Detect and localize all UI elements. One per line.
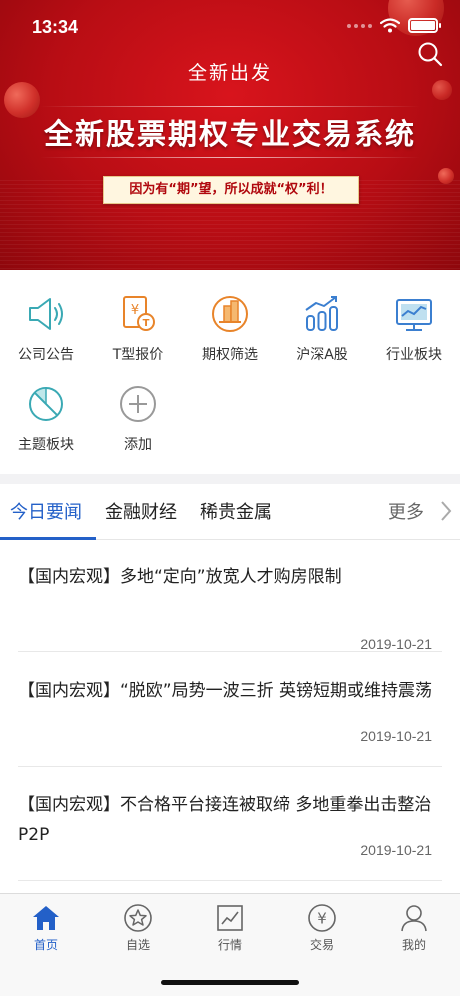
- news-separator: [18, 880, 442, 881]
- quick-item-label: 添加: [124, 437, 152, 453]
- decor-ball: [438, 168, 454, 184]
- star-circle-icon: [124, 904, 152, 932]
- pie-slash-icon: [29, 387, 63, 421]
- quick-item-label: 公司公告: [18, 347, 74, 363]
- speaker-icon: [29, 298, 63, 330]
- quick-item-add[interactable]: 添加: [92, 382, 184, 462]
- tabbar-item-market[interactable]: 行情: [184, 902, 276, 953]
- news-title: 【国内宏观】多地“定向”放宽人才购房限制: [18, 567, 342, 587]
- quick-item-label: 主题板块: [18, 437, 74, 453]
- home-indicator[interactable]: [161, 980, 299, 985]
- news-separator: [18, 651, 442, 652]
- battery-icon: [408, 18, 441, 33]
- svg-text:¥: ¥: [131, 303, 139, 318]
- status-bar: 13:34: [0, 0, 460, 56]
- promo-banner[interactable]: 13:34 全新出发 全新股票期权专业交易系统 因为有“期”望，所以成就“权”利…: [0, 0, 460, 270]
- quick-item-company-notice[interactable]: 公司公告: [0, 292, 92, 372]
- tab-today-news[interactable]: 今日要闻: [10, 498, 82, 524]
- tabbar-item-profile[interactable]: 我的: [368, 902, 460, 953]
- status-time: 13:34: [32, 17, 79, 37]
- tab-precious-metals[interactable]: 稀贵金属: [200, 498, 272, 524]
- tabbar-item-trade[interactable]: ¥ 交易: [276, 902, 368, 953]
- tabbar-label: 自选: [125, 938, 150, 952]
- news-tabs: 今日要闻 金融财经 稀贵金属 更多: [0, 484, 460, 540]
- quick-item-option-filter[interactable]: 期权筛选: [184, 292, 276, 372]
- tabbar-label: 交易: [309, 938, 334, 952]
- building-filter-icon: [212, 296, 248, 332]
- yen-document-icon: ¥ T: [123, 296, 155, 331]
- monitor-chart-icon: [396, 299, 432, 331]
- bar-chart-trend-icon: [305, 296, 338, 331]
- signal-icon: [347, 23, 372, 28]
- news-separator: [18, 766, 442, 767]
- tabbar-item-watchlist[interactable]: 自选: [92, 902, 184, 953]
- status-icons: [347, 18, 441, 33]
- banner-rule: [40, 157, 420, 158]
- tab-finance[interactable]: 金融财经: [105, 498, 177, 524]
- tabbar-item-home[interactable]: 首页: [0, 902, 92, 953]
- quick-item-industry-sector[interactable]: 行业板块: [368, 292, 460, 372]
- banner-title: 全新股票期权专业交易系统: [43, 117, 416, 151]
- banner-subtitle: 全新出发: [187, 62, 272, 84]
- banner-slogan: 因为有“期”望，所以成就“权”利！: [103, 176, 359, 204]
- active-tab-indicator: [0, 537, 96, 540]
- news-title: 【国内宏观】不合格平台接连被取缔 多地重拳出击整治P2P: [18, 795, 432, 845]
- add-circle-icon: [120, 386, 156, 422]
- home-icon: [33, 906, 59, 930]
- tabbar-label: 首页: [33, 938, 58, 952]
- more-link[interactable]: 更多: [388, 498, 424, 524]
- news-item[interactable]: 【国内宏观】“脱欧”局势一波三折 英镑短期或维持震荡 2019-10-21: [18, 676, 442, 752]
- quick-item-label: 期权筛选: [202, 347, 258, 363]
- banner-rule: [40, 106, 420, 107]
- news-date: 2019-10-21: [360, 728, 432, 744]
- wifi-icon: [380, 18, 400, 33]
- news-item[interactable]: 【国内宏观】不合格平台接连被取缔 多地重拳出击整治P2P 2019-10-21: [18, 790, 442, 866]
- chevron-right-icon[interactable]: [440, 500, 452, 522]
- banner-title-block: 全新股票期权专业交易系统: [30, 102, 430, 162]
- quick-item-theme-sector[interactable]: 主题板块: [0, 382, 92, 462]
- svg-text:¥: ¥: [317, 910, 327, 928]
- quick-item-label: 行业板块: [386, 347, 442, 363]
- news-date: 2019-10-21: [360, 636, 432, 652]
- chart-square-icon: [217, 905, 243, 931]
- tabbar-label: 行情: [217, 938, 242, 952]
- svg-text:T: T: [143, 318, 150, 329]
- news-title: 【国内宏观】“脱欧”局势一波三折 英镑短期或维持震荡: [18, 681, 433, 701]
- yen-circle-icon: ¥: [308, 904, 336, 932]
- quick-item-label: T型报价: [112, 347, 164, 363]
- person-icon: [401, 905, 427, 932]
- quick-item-label: 沪深A股: [296, 347, 348, 363]
- quick-entry-grid: 公司公告 ¥ T T型报价 期权筛选 沪深A股 行业板块 主题板块 添加: [0, 270, 460, 474]
- quick-item-t-quote[interactable]: ¥ T T型报价: [92, 292, 184, 372]
- news-date: 2019-10-21: [360, 842, 432, 858]
- news-item[interactable]: 【国内宏观】多地“定向”放宽人才购房限制 2019-10-21: [18, 562, 442, 652]
- quick-item-a-shares[interactable]: 沪深A股: [276, 292, 368, 372]
- tabbar-label: 我的: [401, 938, 426, 952]
- section-divider: [0, 474, 460, 484]
